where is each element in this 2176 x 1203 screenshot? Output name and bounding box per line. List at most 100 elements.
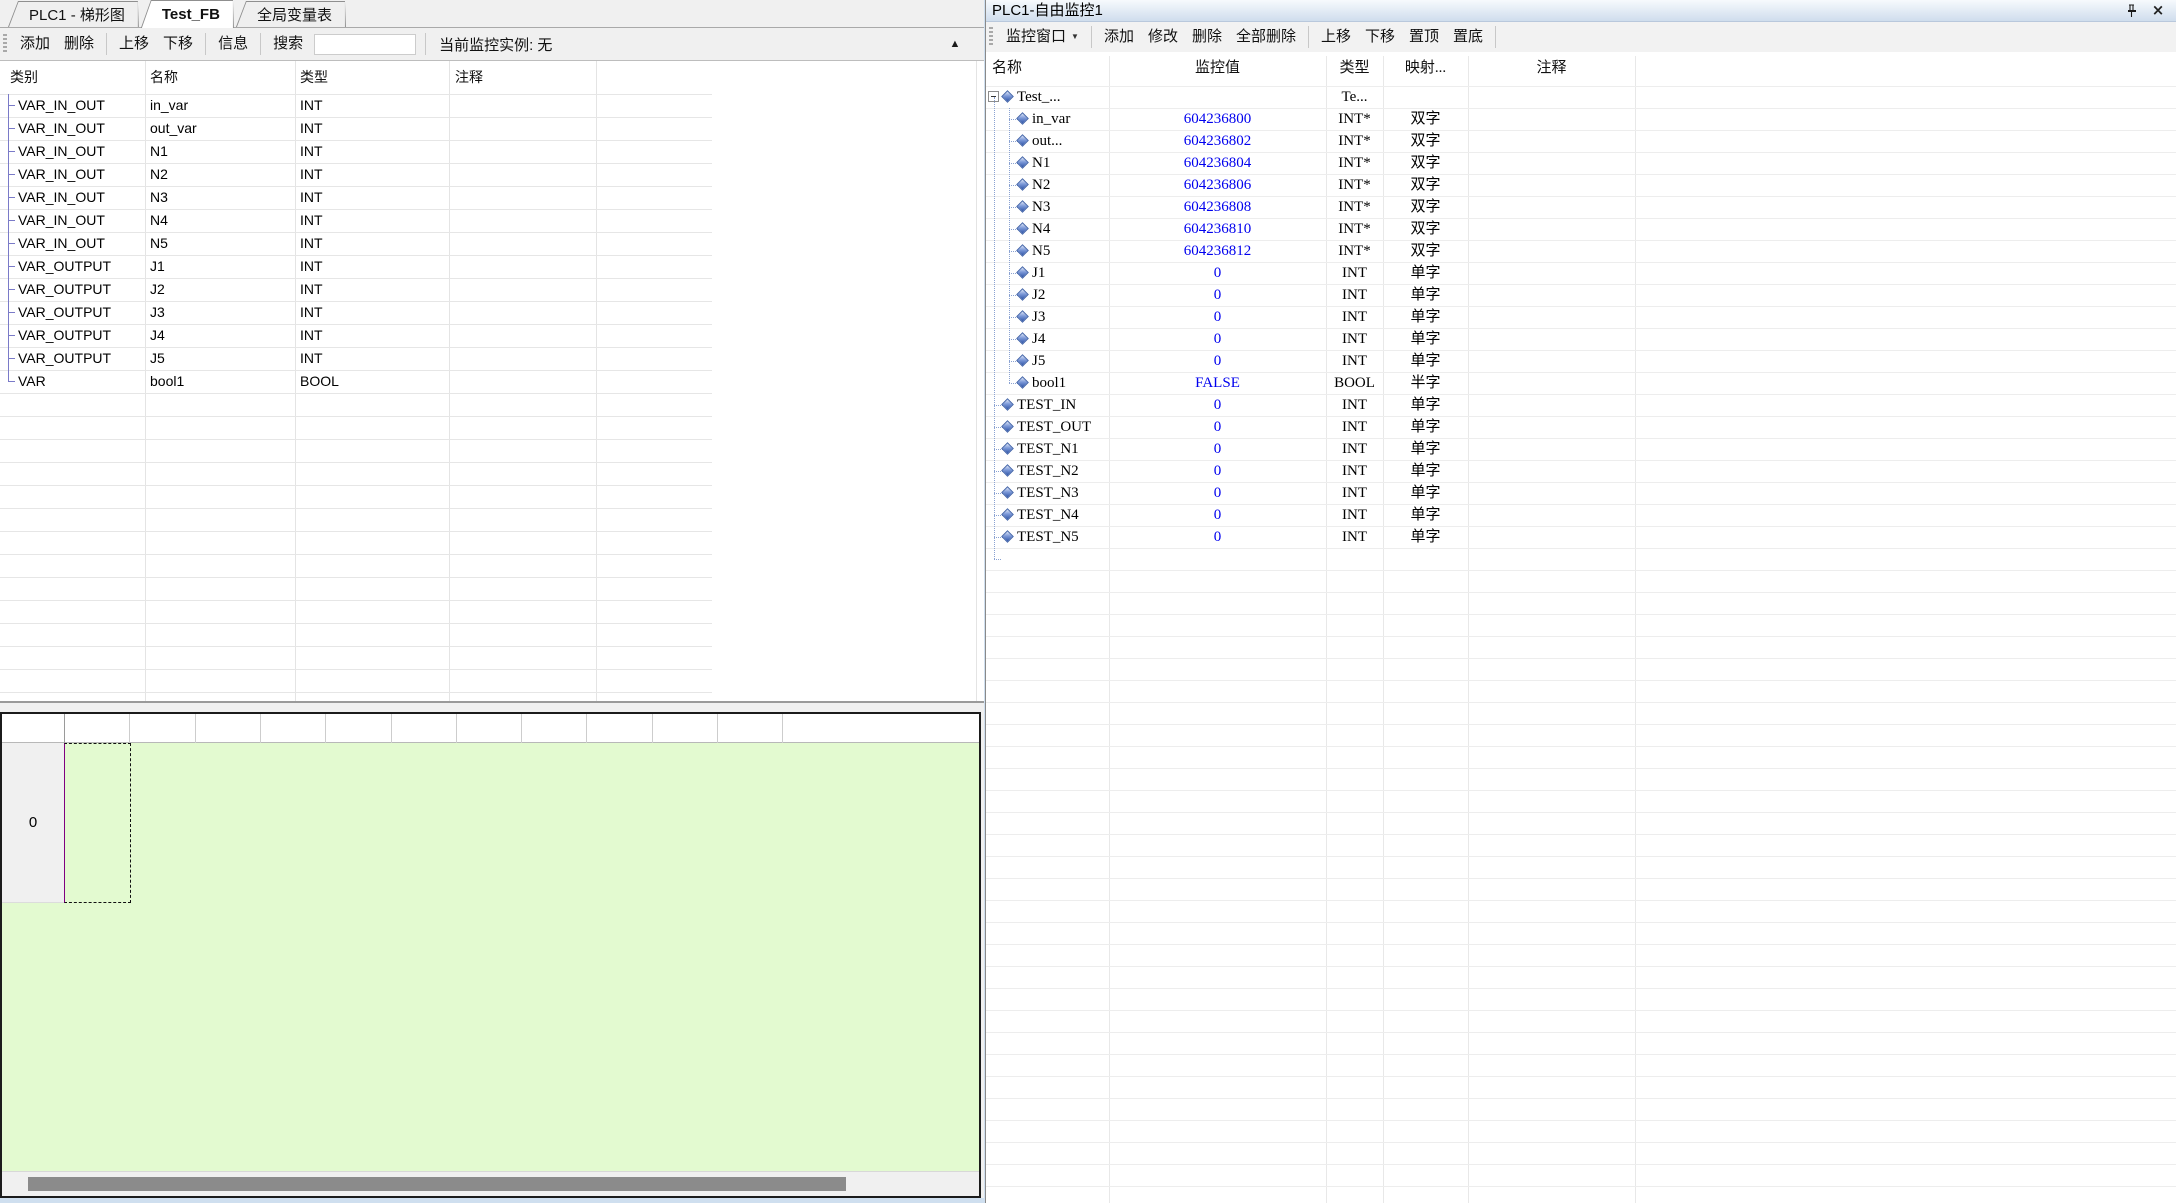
cell-mapping[interactable]: 双字 [1383, 130, 1468, 152]
cell-value[interactable]: 604236812 [1109, 240, 1326, 262]
cell-name[interactable]: J5 [150, 347, 294, 370]
cell-mapping[interactable]: 单字 [1383, 482, 1468, 504]
cell-name[interactable]: TEST_N5 [1017, 526, 1109, 548]
cell-type[interactable]: INT [300, 94, 448, 117]
monitor-row[interactable]: out...604236802INT*双字 [986, 130, 2176, 152]
monitor-row[interactable]: TEST_IN0INT单字 [986, 394, 2176, 416]
cell-type[interactable]: INT [300, 301, 448, 324]
monitor-row[interactable]: J10INT单字 [986, 262, 2176, 284]
cell-category[interactable]: VAR_OUTPUT [18, 278, 144, 301]
cell-comment[interactable] [455, 278, 595, 301]
cell-type[interactable]: INT [300, 232, 448, 255]
monitor-row[interactable]: TEST_N20INT单字 [986, 460, 2176, 482]
column-header-category[interactable]: 类别 [10, 61, 38, 94]
cell-comment[interactable] [455, 301, 595, 324]
cell-type[interactable]: INT* [1326, 196, 1383, 218]
cell-comment[interactable] [455, 163, 595, 186]
column-header-mapping[interactable]: 映射... [1383, 52, 1468, 86]
cell-comment[interactable] [455, 370, 595, 393]
cell-comment[interactable] [455, 347, 595, 370]
variable-row[interactable]: VAR_IN_OUTN5INT [0, 232, 984, 255]
cell-name[interactable]: in_var [150, 94, 294, 117]
cell-name[interactable]: TEST_N4 [1017, 504, 1109, 526]
cell-mapping[interactable]: 半字 [1383, 372, 1468, 394]
monitor-row[interactable]: J30INT单字 [986, 306, 2176, 328]
search-input[interactable] [314, 34, 416, 55]
cell-name[interactable]: out_var [150, 117, 294, 140]
cell-type[interactable]: INT [1326, 526, 1383, 548]
monitor-row[interactable]: N4604236810INT*双字 [986, 218, 2176, 240]
cell-name[interactable]: N1 [150, 140, 294, 163]
cell-type[interactable]: INT [1326, 262, 1383, 284]
variable-row[interactable]: VAR_IN_OUTN2INT [0, 163, 984, 186]
column-header-name[interactable]: 名称 [992, 52, 1022, 86]
add-button[interactable]: 添加 [1097, 25, 1141, 49]
cell-mapping[interactable]: 单字 [1383, 328, 1468, 350]
cell-name[interactable]: J4 [150, 324, 294, 347]
cell-type[interactable]: INT* [1326, 218, 1383, 240]
variable-row[interactable]: VAR_IN_OUTout_varINT [0, 117, 984, 140]
cell-category[interactable]: VAR_IN_OUT [18, 186, 144, 209]
cell-value[interactable]: 604236810 [1109, 218, 1326, 240]
monitor-row[interactable]: Test_...Te... [986, 86, 2176, 108]
delete-all-button[interactable]: 全部删除 [1229, 25, 1303, 49]
cell-mapping[interactable]: 单字 [1383, 284, 1468, 306]
monitor-titlebar[interactable]: PLC1-自由监控1 × [986, 0, 2176, 22]
cell-comment[interactable] [455, 232, 595, 255]
monitor-row[interactable]: TEST_OUT0INT单字 [986, 416, 2176, 438]
cell-value[interactable]: 0 [1109, 394, 1326, 416]
toolbar-grip[interactable] [989, 27, 993, 47]
cell-type[interactable]: INT* [1326, 174, 1383, 196]
cell-comment[interactable] [455, 209, 595, 232]
cell-mapping[interactable]: 双字 [1383, 240, 1468, 262]
cell-value[interactable]: 0 [1109, 284, 1326, 306]
cell-comment[interactable] [1468, 284, 1635, 306]
cell-mapping[interactable] [1383, 86, 1468, 108]
cell-name[interactable]: N4 [150, 209, 294, 232]
cell-type[interactable]: INT [300, 140, 448, 163]
cell-type[interactable]: INT [300, 255, 448, 278]
cell-value[interactable]: 0 [1109, 328, 1326, 350]
cell-type[interactable]: INT* [1326, 108, 1383, 130]
cell-comment[interactable] [455, 324, 595, 347]
variable-row[interactable]: VAR_OUTPUTJ4INT [0, 324, 984, 347]
cell-name[interactable]: N1 [1032, 152, 1109, 174]
search-button[interactable]: 搜索 [266, 32, 310, 56]
cell-comment[interactable] [455, 255, 595, 278]
info-button[interactable]: 信息 [211, 32, 255, 56]
cell-name[interactable]: J2 [150, 278, 294, 301]
cell-category[interactable]: VAR_OUTPUT [18, 255, 144, 278]
cell-name[interactable]: bool1 [150, 370, 294, 393]
cell-value[interactable]: 0 [1109, 526, 1326, 548]
cell-comment[interactable] [455, 117, 595, 140]
cell-comment[interactable] [1468, 240, 1635, 262]
cell-comment[interactable] [1468, 218, 1635, 240]
cell-name[interactable]: J4 [1032, 328, 1109, 350]
cell-type[interactable]: INT [1326, 284, 1383, 306]
cell-type[interactable]: INT [300, 117, 448, 140]
cell-name[interactable]: J3 [150, 301, 294, 324]
cell-name[interactable]: TEST_N2 [1017, 460, 1109, 482]
variable-row[interactable]: VAR_IN_OUTN3INT [0, 186, 984, 209]
cell-name[interactable]: N5 [150, 232, 294, 255]
cell-value[interactable]: 604236808 [1109, 196, 1326, 218]
cell-value[interactable]: 0 [1109, 504, 1326, 526]
cell-mapping[interactable]: 单字 [1383, 526, 1468, 548]
cell-value[interactable]: 0 [1109, 262, 1326, 284]
cell-type[interactable]: INT* [1326, 130, 1383, 152]
cell-comment[interactable] [1468, 196, 1635, 218]
cell-type[interactable]: INT [300, 186, 448, 209]
monitor-window-button[interactable]: 监控窗口▼ [999, 25, 1086, 49]
cell-mapping[interactable]: 双字 [1383, 218, 1468, 240]
cell-type[interactable]: BOOL [300, 370, 448, 393]
cell-name[interactable]: N4 [1032, 218, 1109, 240]
cell-name[interactable]: J2 [1032, 284, 1109, 306]
monitor-row[interactable]: N3604236808INT*双字 [986, 196, 2176, 218]
cell-name[interactable]: N3 [1032, 196, 1109, 218]
monitor-row[interactable]: N2604236806INT*双字 [986, 174, 2176, 196]
cell-mapping[interactable]: 双字 [1383, 152, 1468, 174]
cell-value[interactable]: 0 [1109, 438, 1326, 460]
cell-value[interactable]: 604236806 [1109, 174, 1326, 196]
cell-value[interactable] [1109, 86, 1326, 108]
monitor-row[interactable]: J50INT单字 [986, 350, 2176, 372]
